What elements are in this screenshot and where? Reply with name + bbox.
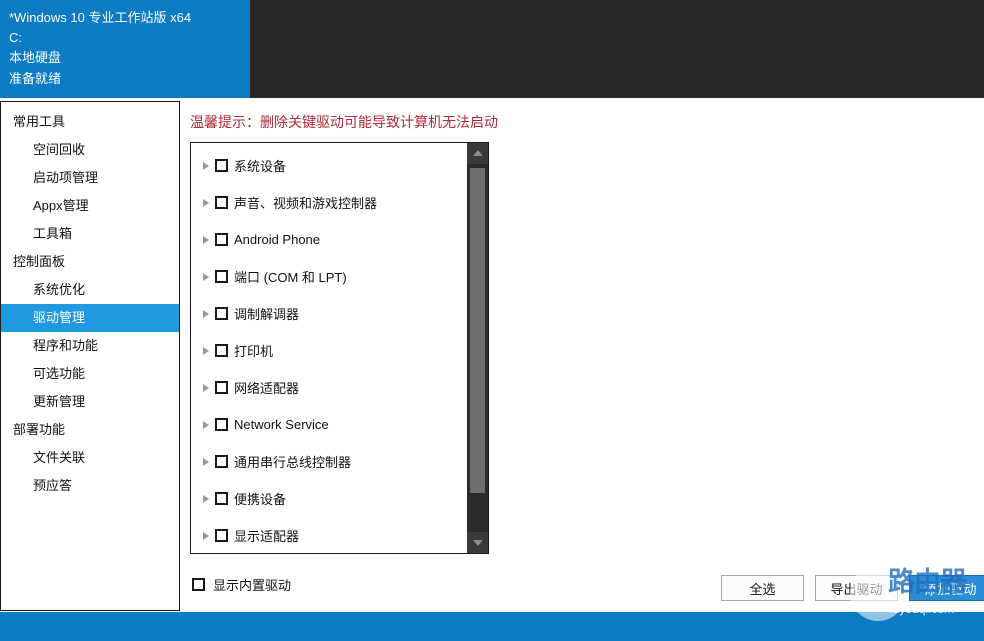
app-window: *Windows 10 专业工作站版 x64 C: 本地硬盘 准备就绪 常用工具… — [0, 0, 984, 641]
sidebar-group-1: 控制面板 — [13, 254, 66, 269]
action-button-2[interactable]: 添加驱动 — [909, 575, 984, 601]
tree-item-checkbox[interactable] — [215, 492, 228, 505]
chevron-right-icon[interactable] — [199, 307, 213, 321]
tree-item-checkbox[interactable] — [215, 233, 228, 246]
tree-item-checkbox[interactable] — [215, 159, 228, 172]
tree-row[interactable]: 系统设备 — [191, 147, 467, 184]
show-builtin-drivers-label: 显示内置驱动 — [213, 578, 292, 593]
tree-row[interactable]: 声音、视频和游戏控制器 — [191, 184, 467, 221]
chevron-right-icon[interactable] — [199, 492, 213, 506]
tree-scrollbar[interactable] — [467, 143, 488, 553]
chevron-right-icon[interactable] — [199, 270, 213, 284]
driver-tree-box: 系统设备声音、视频和游戏控制器 Android Phone 端口 (COM 和 LP… — [190, 142, 489, 554]
tree-row[interactable]: 显示适配器 — [191, 517, 467, 553]
tree-item-label: Android Phone — [234, 232, 321, 247]
show-builtin-drivers-row[interactable]: 显示内置驱动 — [190, 575, 291, 594]
tree-item-label: 声音、视频和游戏控制器 — [234, 196, 378, 211]
tree-item-checkbox[interactable] — [215, 196, 228, 209]
tree-item-checkbox[interactable] — [215, 344, 228, 357]
tree-item-checkbox[interactable] — [215, 381, 228, 394]
tree-row[interactable]: 调制解调器 — [191, 295, 467, 332]
sidebar-group-0: 常用工具 — [13, 114, 66, 129]
tree-item-label: 通用串行总线控制器 — [234, 455, 352, 470]
tree-row[interactable]: 打印机 — [191, 332, 467, 369]
chevron-right-icon[interactable] — [199, 159, 213, 173]
tree-item-checkbox[interactable] — [215, 307, 228, 320]
sidebar-item-0-0[interactable]: 空间回收 — [1, 136, 179, 164]
sidebar: 常用工具空间回收 启动项管理 Appx管理 工具箱控制面板系统优化 驱动管理 程序和功能可… — [0, 101, 180, 611]
warning-text: 温馨提示：删除关键驱动可能导致计算机无法启动 — [190, 114, 498, 130]
tree-item-label: 端口 (COM 和 LPT) — [234, 270, 347, 285]
bottom-status-bar — [0, 612, 984, 641]
tree-row[interactable]: Network Service — [191, 406, 467, 443]
chevron-right-icon[interactable] — [199, 381, 213, 395]
chevron-right-icon[interactable] — [199, 196, 213, 210]
tree-item-checkbox[interactable] — [215, 418, 228, 431]
scrollbar-thumb[interactable] — [470, 168, 485, 493]
tree-item-checkbox[interactable] — [215, 270, 228, 283]
sidebar-item-0-2[interactable]: Appx管理 — [1, 192, 179, 220]
action-button-1[interactable]: 导出驱动 — [815, 575, 898, 601]
sidebar-group-2: 部署功能 — [13, 422, 66, 437]
tree-item-label: 打印机 — [234, 344, 274, 359]
tree-item-label: 系统设备 — [234, 159, 287, 174]
tree-item-checkbox[interactable] — [215, 455, 228, 468]
action-button-row: 全选 导出驱动 添加驱动 — [721, 575, 984, 601]
tree-item-label: 便携设备 — [234, 492, 287, 507]
sidebar-item-1-4[interactable]: 更新管理 — [1, 388, 179, 416]
sidebar-item-2-0[interactable]: 文件关联 — [1, 444, 179, 472]
tree-item-label: 调制解调器 — [234, 307, 300, 322]
chevron-right-icon[interactable] — [199, 344, 213, 358]
scroll-down-icon[interactable] — [467, 532, 488, 553]
sidebar-item-2-1[interactable]: 预应答 — [1, 472, 179, 500]
sidebar-item-1-2[interactable]: 程序和功能 — [1, 332, 179, 360]
chevron-right-icon[interactable] — [199, 529, 213, 543]
tree-item-label: 显示适配器 — [234, 529, 300, 544]
tree-row[interactable]: 便携设备 — [191, 480, 467, 517]
sidebar-item-1-3[interactable]: 可选功能 — [1, 360, 179, 388]
tree-row[interactable]: 网络适配器 — [191, 369, 467, 406]
tree-item-label: 网络适配器 — [234, 381, 300, 396]
action-button-0[interactable]: 全选 — [721, 575, 804, 601]
sidebar-item-1-0[interactable]: 系统优化 — [1, 276, 179, 304]
system-info-banner: *Windows 10 专业工作站版 x64 C: 本地硬盘 准备就绪 — [0, 0, 250, 98]
tree-item-checkbox[interactable] — [215, 529, 228, 542]
banner-os-name: *Windows 10 专业工作站版 x64 — [9, 10, 192, 25]
tree-row[interactable]: 端口 (COM 和 LPT) — [191, 258, 467, 295]
tree-row[interactable]: 通用串行总线控制器 — [191, 443, 467, 480]
chevron-right-icon[interactable] — [199, 455, 213, 469]
banner-drive-type: 本地硬盘 — [9, 50, 62, 65]
sidebar-item-0-3[interactable]: 工具箱 — [1, 220, 179, 248]
banner-black-area — [250, 0, 984, 98]
banner-status: 准备就绪 — [9, 71, 62, 86]
tree-item-label: Network Service — [234, 417, 329, 432]
sidebar-item-1-1[interactable]: 驱动管理 — [1, 304, 179, 332]
chevron-right-icon[interactable] — [199, 418, 213, 432]
chevron-right-icon[interactable] — [199, 233, 213, 247]
show-builtin-drivers-checkbox[interactable] — [192, 578, 205, 591]
banner-drive-letter: C: — [9, 30, 22, 45]
main-panel: 温馨提示：删除关键驱动可能导致计算机无法启动 系统设备声音、视频和游戏控制器 An… — [181, 101, 984, 612]
driver-tree-list: 系统设备声音、视频和游戏控制器 Android Phone 端口 (COM 和 LP… — [191, 143, 467, 553]
scroll-up-icon[interactable] — [467, 143, 488, 164]
tree-row[interactable]: Android Phone — [191, 221, 467, 258]
sidebar-item-0-1[interactable]: 启动项管理 — [1, 164, 179, 192]
